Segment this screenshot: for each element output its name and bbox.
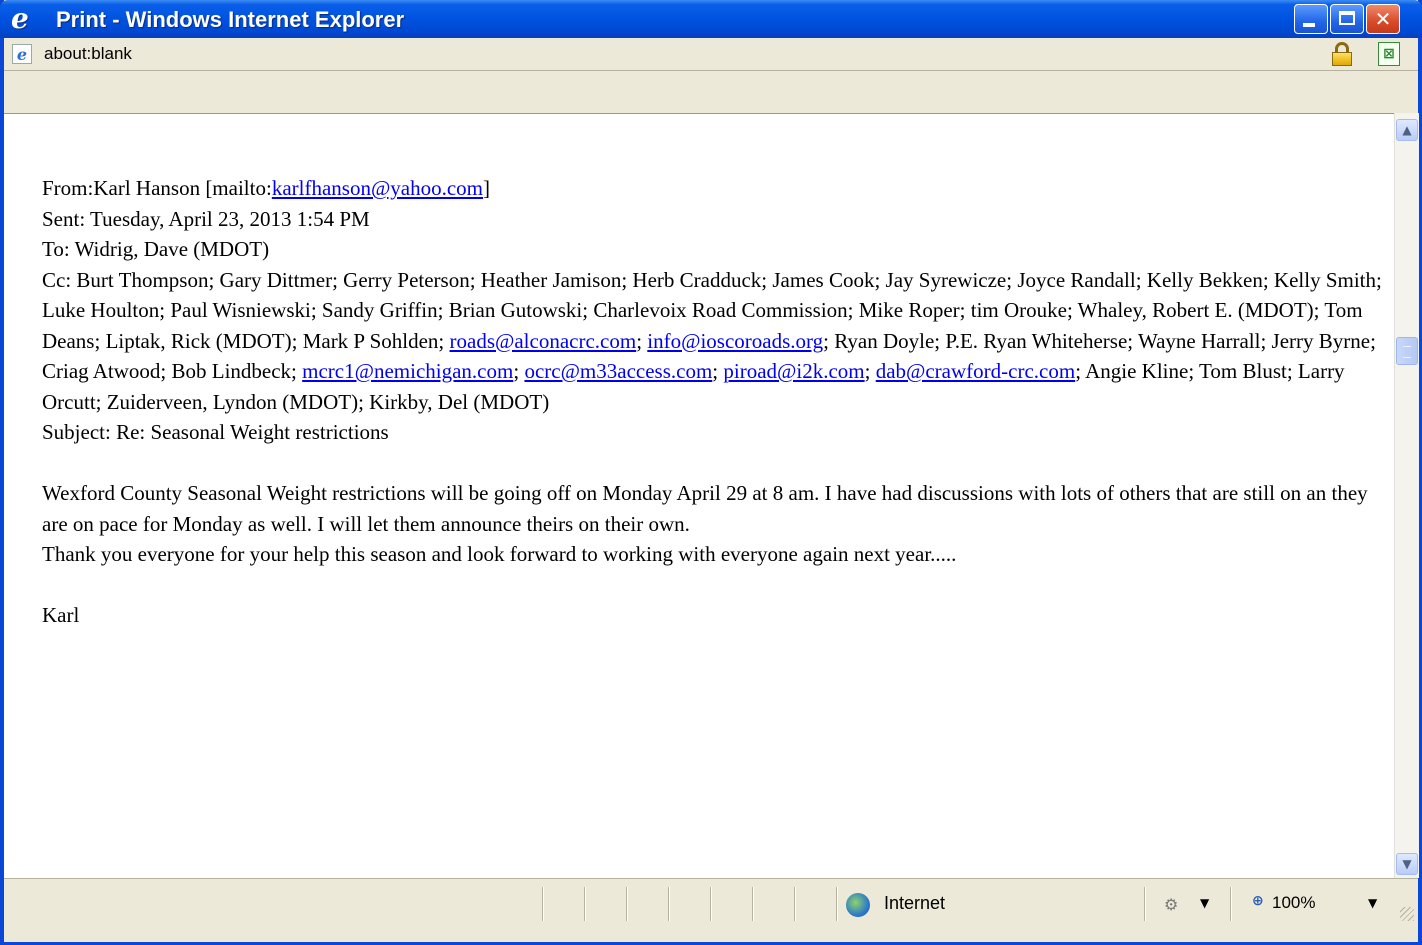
title-bar[interactable]: e Print - Windows Internet Explorer ✕ bbox=[0, 0, 1422, 38]
address-url[interactable]: about:blank bbox=[44, 44, 132, 64]
status-divider bbox=[542, 887, 544, 921]
status-divider bbox=[626, 887, 628, 921]
vertical-scrollbar[interactable]: ▲ ▼ bbox=[1394, 113, 1419, 878]
cc-sep-1: ; bbox=[636, 328, 648, 353]
globe-icon bbox=[846, 893, 870, 917]
body-paragraph-2: Thank you everyone for your help this se… bbox=[42, 542, 957, 566]
close-icon: ✕ bbox=[1374, 7, 1392, 31]
scroll-up-button[interactable]: ▲ bbox=[1396, 119, 1418, 141]
resize-grip-icon[interactable] bbox=[1400, 907, 1414, 921]
cc-link-roads[interactable]: roads@alconacrc.com bbox=[450, 329, 637, 353]
protected-mode-icon[interactable]: ⚙ bbox=[1164, 895, 1184, 915]
security-zone[interactable]: Internet bbox=[884, 893, 945, 914]
body-paragraph-1: Wexford County Seasonal Weight restricti… bbox=[42, 481, 1368, 536]
minimize-button[interactable] bbox=[1294, 4, 1328, 34]
chevron-down-icon[interactable]: ▼ bbox=[1200, 896, 1209, 910]
from-email-link[interactable]: karlfhanson@yahoo.com bbox=[272, 176, 483, 200]
cc-sep-3: ; bbox=[712, 359, 724, 383]
lock-body bbox=[1332, 52, 1352, 66]
zoom-level[interactable]: 100% bbox=[1272, 893, 1315, 913]
minimize-icon bbox=[1303, 23, 1315, 27]
page-content: From:Karl Hanson [mailto:karlfhanson@yah… bbox=[4, 113, 1394, 879]
cc-link-info[interactable]: info@ioscoroads.org bbox=[647, 329, 823, 353]
cc-link-ocrc[interactable]: ocrc@m33access.com bbox=[524, 359, 712, 383]
subject-line: Subject: Re: Seasonal Weight restriction… bbox=[42, 420, 389, 444]
scroll-down-button[interactable]: ▼ bbox=[1396, 853, 1418, 875]
email-message: From:Karl Hanson [mailto:karlfhanson@yah… bbox=[42, 173, 1382, 631]
status-bar: Internet ⚙ ▼ ⊕ 100% ▼ bbox=[4, 878, 1418, 942]
signature: Karl bbox=[42, 603, 80, 627]
from-close: ] bbox=[483, 176, 491, 200]
from-label: From: bbox=[42, 176, 94, 200]
status-divider bbox=[1144, 887, 1146, 921]
from-name: Karl Hanson [mailto: bbox=[93, 176, 272, 200]
cc-sep-4: ; bbox=[864, 359, 876, 383]
page-icon: e bbox=[12, 44, 32, 64]
ie-logo-icon: e bbox=[11, 2, 29, 35]
window-title: Print - Windows Internet Explorer bbox=[56, 7, 405, 32]
status-divider bbox=[1230, 887, 1232, 921]
cc-link-piroad[interactable]: piroad@i2k.com bbox=[723, 359, 864, 383]
status-divider bbox=[794, 887, 796, 921]
status-divider bbox=[752, 887, 754, 921]
report-icon[interactable]: ⊠ bbox=[1378, 42, 1400, 66]
status-divider bbox=[710, 887, 712, 921]
grip-icon bbox=[1403, 346, 1411, 358]
status-divider bbox=[668, 887, 670, 921]
maximize-icon bbox=[1339, 11, 1355, 25]
sent-line: Sent: Tuesday, April 23, 2013 1:54 PM bbox=[42, 206, 370, 231]
status-divider bbox=[836, 887, 838, 921]
address-bar: e about:blank ⊠ bbox=[4, 38, 1418, 71]
chevron-down-icon[interactable]: ▼ bbox=[1368, 896, 1377, 910]
ie-window: e Print - Windows Internet Explorer ✕ e … bbox=[0, 0, 1422, 945]
lock-icon[interactable] bbox=[1329, 41, 1355, 67]
status-divider bbox=[584, 887, 586, 921]
from-line: From:Karl Hanson [mailto:karlfhanson@yah… bbox=[42, 173, 1382, 204]
zoom-icon[interactable]: ⊕ bbox=[1252, 893, 1270, 911]
cc-line: Cc: Burt Thompson; Gary Dittmer; Gerry P… bbox=[42, 265, 1382, 418]
cc-link-mcrc1[interactable]: mcrc1@nemichigan.com bbox=[302, 359, 513, 383]
scroll-thumb[interactable] bbox=[1396, 337, 1418, 365]
cc-sep-2: ; bbox=[513, 359, 525, 383]
maximize-button[interactable] bbox=[1330, 4, 1364, 34]
cc-link-dab[interactable]: dab@crawford-crc.com bbox=[876, 359, 1075, 383]
to-line: To: Widrig, Dave (MDOT) bbox=[42, 237, 270, 261]
close-button[interactable]: ✕ bbox=[1366, 4, 1400, 34]
